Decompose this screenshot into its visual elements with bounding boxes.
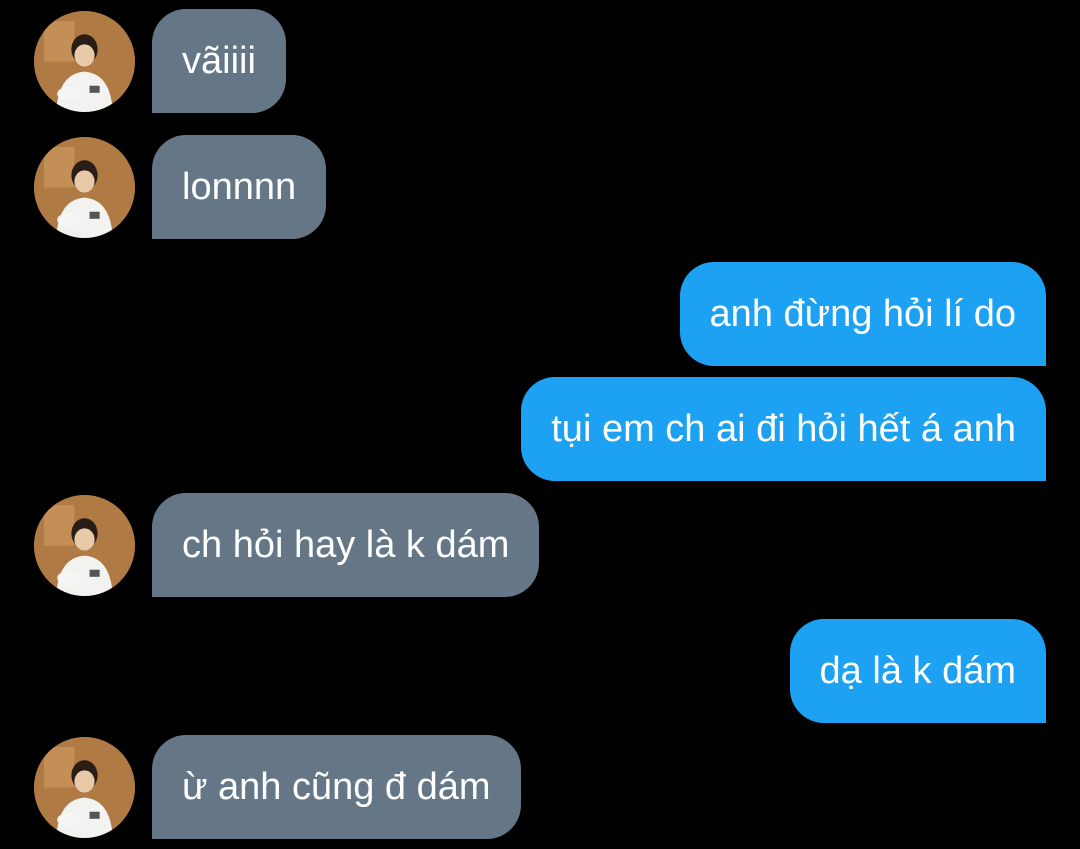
- contact-avatar[interactable]: [34, 495, 135, 596]
- message-bubble-incoming[interactable]: vãiiii: [152, 9, 286, 113]
- message-bubble-incoming[interactable]: ừ anh cũng đ dám: [152, 735, 521, 839]
- contact-avatar[interactable]: [34, 737, 135, 838]
- message-bubble-outgoing[interactable]: tụi em ch ai đi hỏi hết á anh: [521, 377, 1046, 481]
- contact-avatar[interactable]: [34, 11, 135, 112]
- message-bubble-incoming[interactable]: lonnnn: [152, 135, 327, 239]
- message-bubble-outgoing[interactable]: dạ là k dám: [789, 619, 1046, 723]
- message-bubble-incoming[interactable]: ch hỏi hay là k dám: [152, 493, 540, 597]
- contact-avatar[interactable]: [34, 137, 135, 238]
- message-bubble-outgoing[interactable]: anh đừng hỏi lí do: [679, 262, 1046, 366]
